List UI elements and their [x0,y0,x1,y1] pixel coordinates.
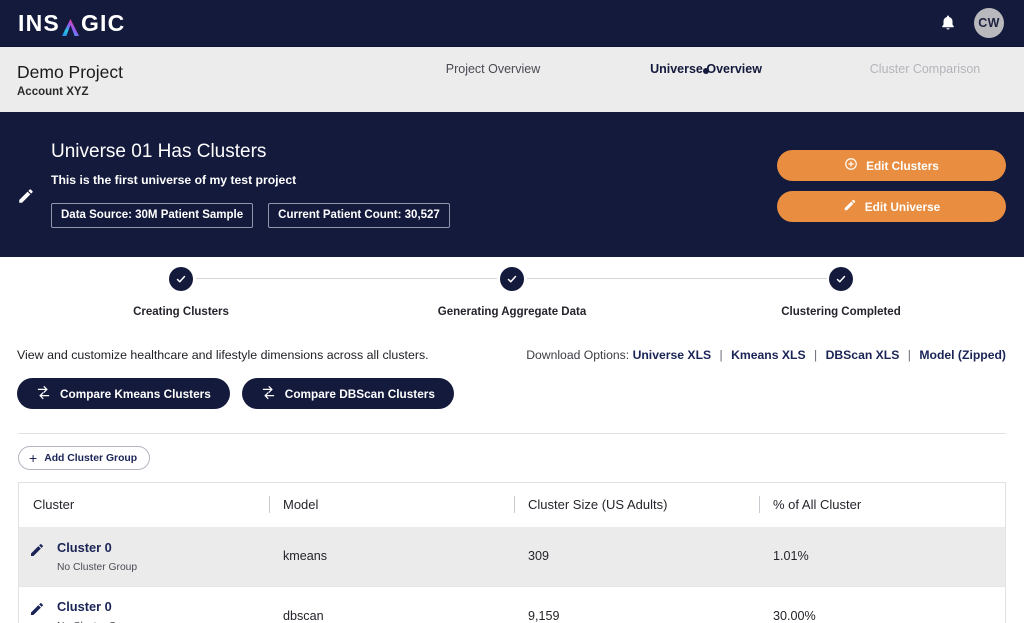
universe-hero: Universe 01 Has Clusters This is the fir… [0,115,1024,257]
download-link-universe-xls[interactable]: Universe XLS [633,348,712,362]
download-separator: | [908,348,911,362]
cluster-name: Cluster 0 [57,540,137,555]
stepper-step-creating-clusters: Creating Clusters [96,267,266,318]
add-cluster-group-row: + Add Cluster Group [0,434,1024,470]
download-link-kmeans-xls[interactable]: Kmeans XLS [731,348,806,362]
page-title: Demo Project [17,62,123,83]
column-header-cluster-size-label: Cluster Size (US Adults) [528,497,667,512]
download-options: Download Options: Universe XLS | Kmeans … [526,348,1006,362]
cell-percent: 1.01% [759,527,1005,586]
edit-universe-label: Edit Universe [865,200,940,214]
hero-chips: Data Source: 30M Patient Sample Current … [51,203,450,228]
brand-logo[interactable]: INS GIC [18,10,125,37]
plus-circle-icon [844,157,858,174]
column-header-model[interactable]: Model [269,483,514,527]
active-tab-indicator [703,68,709,74]
column-header-cluster-size[interactable]: Cluster Size (US Adults) [514,483,759,527]
compare-kmeans-clusters-button[interactable]: Compare Kmeans Clusters [17,378,230,409]
notification-bell-icon[interactable] [939,14,957,32]
progress-stepper: Creating Clusters Generating Aggregate D… [0,267,1024,345]
compare-dbscan-label: Compare DBScan Clusters [285,387,435,401]
edit-universe-pencil-icon[interactable] [17,187,35,210]
stepper-label: Creating Clusters [96,306,266,318]
universe-title: Universe 01 Has Clusters [51,141,450,163]
download-options-label: Download Options: [526,348,629,362]
edit-cluster-pencil-icon[interactable] [29,601,45,620]
stepper-label: Clustering Completed [756,306,926,318]
account-name: Account XYZ [17,86,123,98]
cell-percent: 30.00% [759,586,1005,623]
download-separator: | [720,348,723,362]
download-link-model-zipped[interactable]: Model (Zipped) [919,348,1006,362]
cell-model: dbscan [269,586,514,623]
compare-dbscan-clusters-button[interactable]: Compare DBScan Clusters [242,378,454,409]
column-header-model-label: Model [283,497,318,512]
edit-clusters-button[interactable]: Edit Clusters [777,150,1006,181]
customize-description: View and customize healthcare and lifest… [17,348,429,362]
pencil-icon [843,198,857,215]
cluster-name: Cluster 0 [57,599,137,614]
cluster-group: No Cluster Group [57,562,137,573]
table-row[interactable]: Cluster 0 No Cluster Group dbscan 9,159 … [19,586,1005,623]
add-cluster-group-button[interactable]: + Add Cluster Group [18,446,150,470]
plus-icon: + [29,451,37,465]
cell-model: kmeans [269,527,514,586]
tab-bar: Project Overview Universe Overview Clust… [400,47,1024,112]
universe-description: This is the first universe of my test pr… [51,173,450,187]
check-circle-icon [829,267,853,291]
download-separator: | [814,348,817,362]
top-navbar: INS GIC [0,0,1024,47]
project-header: Demo Project Account XYZ Project Overvie… [0,47,1024,115]
navbar-actions: CW [939,8,1004,38]
column-divider [759,496,760,513]
table-row[interactable]: Cluster 0 No Cluster Group kmeans 309 1.… [19,527,1005,586]
cell-cluster: Cluster 0 No Cluster Group [19,527,269,586]
brand-name-part2: GIC [81,10,126,37]
triangle-gradient-icon [61,16,80,35]
table-header-row: Cluster Model Cluster Size (US Adults) %… [19,483,1005,527]
compare-buttons: Compare Kmeans Clusters Compare DBScan C… [17,378,454,409]
cell-cluster: Cluster 0 No Cluster Group [19,586,269,623]
chip-patient-count: Current Patient Count: 30,527 [268,203,450,228]
customize-section: View and customize healthcare and lifest… [0,345,1024,433]
avatar[interactable]: CW [974,8,1004,38]
edit-clusters-label: Edit Clusters [866,159,939,173]
edit-cluster-pencil-icon[interactable] [29,542,45,561]
stepper-step-generating-aggregate-data: Generating Aggregate Data [427,267,597,318]
chip-data-source: Data Source: 30M Patient Sample [51,203,253,228]
compare-arrows-icon [36,385,51,403]
brand-name-part1: INS [18,10,60,37]
stepper-step-clustering-completed: Clustering Completed [756,267,926,318]
cell-cluster-size: 309 [514,527,759,586]
column-divider [514,496,515,513]
edit-universe-button[interactable]: Edit Universe [777,191,1006,222]
compare-kmeans-label: Compare Kmeans Clusters [60,387,211,401]
clusters-table: Cluster Model Cluster Size (US Adults) %… [18,482,1006,623]
column-header-percent-of-all[interactable]: % of All Cluster [759,483,1005,527]
add-cluster-group-label: Add Cluster Group [44,453,137,464]
tab-project-overview[interactable]: Project Overview [413,62,573,76]
stepper-label: Generating Aggregate Data [427,306,597,318]
check-circle-icon [169,267,193,291]
hero-actions: Edit Clusters Edit Universe [777,150,1006,222]
column-divider [269,496,270,513]
project-meta: Demo Project Account XYZ [0,62,123,98]
column-header-percent-label: % of All Cluster [773,497,861,512]
compare-arrows-icon [261,385,276,403]
check-circle-icon [500,267,524,291]
download-link-dbscan-xls[interactable]: DBScan XLS [826,348,900,362]
hero-content: Universe 01 Has Clusters This is the fir… [51,141,450,228]
tab-cluster-comparison[interactable]: Cluster Comparison [840,62,1010,76]
column-header-cluster[interactable]: Cluster [19,483,269,527]
cell-cluster-size: 9,159 [514,586,759,623]
